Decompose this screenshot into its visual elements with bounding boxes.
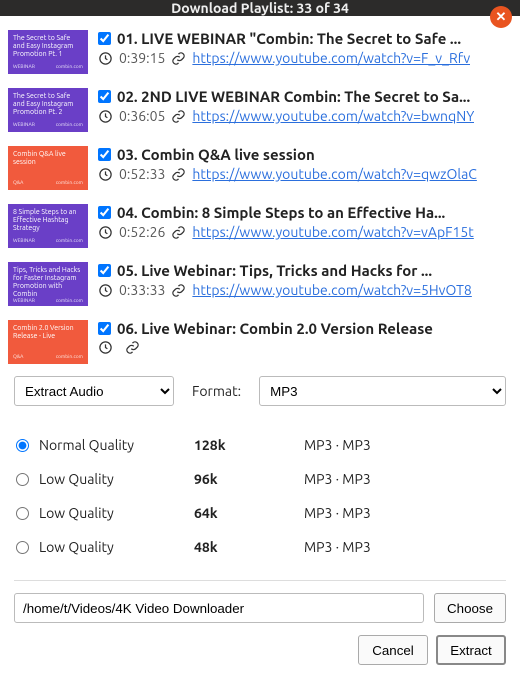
format-label: Format: (192, 383, 241, 399)
thumbnail: Combin Q&A live sessionQ&Acombin.com (8, 146, 88, 190)
format-select[interactable]: MP3 (259, 376, 506, 406)
extract-button[interactable]: Extract (436, 635, 506, 665)
link-icon (171, 109, 186, 124)
clock-icon (98, 51, 113, 66)
item-title: 02. 2ND LIVE WEBINAR Combin: The Secret … (117, 88, 470, 105)
thumb-text: Tips, Tricks and Hacks for Faster Instag… (13, 266, 83, 298)
item-title: 05. Live Webinar: Tips, Tricks and Hacks… (117, 262, 432, 279)
clock-icon (98, 167, 113, 182)
quality-bitrate: 64k (194, 505, 304, 521)
item-url[interactable]: https://www.youtube.com/watch?v=bwnqNY (192, 108, 474, 124)
titlebar: Download Playlist: 33 of 34 ✕ (0, 0, 520, 16)
quality-name: Low Quality (39, 539, 194, 555)
item-url[interactable]: https://www.youtube.com/watch?v=F_v_Rfv (192, 50, 470, 66)
item-checkbox[interactable] (98, 32, 111, 45)
item-title: 04. Combin: 8 Simple Steps to an Effecti… (117, 204, 445, 221)
quality-codec: MP3 · MP3 (304, 505, 371, 521)
quality-codec: MP3 · MP3 (304, 437, 371, 453)
playlist-item: The Secret to Safe and Easy Instagram Pr… (8, 82, 508, 140)
item-checkbox[interactable] (98, 148, 111, 161)
item-url[interactable]: https://www.youtube.com/watch?v=5HvOT8 (192, 282, 471, 298)
quality-radio[interactable] (16, 473, 29, 486)
clock-icon (98, 109, 113, 124)
item-title: 06. Live Webinar: Combin 2.0 Version Rel… (117, 320, 433, 337)
playlist-item: Tips, Tricks and Hacks for Faster Instag… (8, 256, 508, 314)
playlist-item: 8 Simple Steps to an Effective Hashtag S… (8, 198, 508, 256)
item-duration: 0:52:26 (119, 224, 165, 240)
path-input[interactable] (14, 593, 424, 623)
quality-name: Low Quality (39, 505, 194, 521)
thumbnail: 8 Simple Steps to an Effective Hashtag S… (8, 204, 88, 248)
item-url[interactable]: https://www.youtube.com/watch?v=vApF15t (192, 224, 473, 240)
clock-icon (98, 283, 113, 298)
quality-name: Low Quality (39, 471, 194, 487)
link-icon (171, 225, 186, 240)
item-title: 03. Combin Q&A live session (117, 146, 315, 163)
playlist-list: The Secret to Safe and Easy Instagram Pr… (0, 16, 520, 366)
item-checkbox[interactable] (98, 206, 111, 219)
item-duration: 0:33:33 (119, 282, 165, 298)
quality-row[interactable]: Low Quality48kMP3 · MP3 (14, 530, 506, 564)
thumbnail: Tips, Tricks and Hacks for Faster Instag… (8, 262, 88, 306)
thumbnail: Combin 2.0 Version Release - LiveQ&Acomb… (8, 320, 88, 364)
item-duration: 0:36:05 (119, 108, 165, 124)
item-checkbox[interactable] (98, 90, 111, 103)
quality-bitrate: 96k (194, 471, 304, 487)
clock-icon (98, 340, 113, 355)
thumb-text: Combin Q&A live session (13, 150, 83, 166)
thumbnail: The Secret to Safe and Easy Instagram Pr… (8, 30, 88, 74)
quality-radio[interactable] (16, 439, 29, 452)
item-checkbox[interactable] (98, 322, 111, 335)
controls-panel: Extract Audio Format: MP3 (0, 366, 520, 428)
path-row: Choose (0, 589, 520, 629)
quality-row[interactable]: Normal Quality128kMP3 · MP3 (14, 428, 506, 462)
link-icon (171, 167, 186, 182)
thumb-text: 8 Simple Steps to an Effective Hashtag S… (13, 208, 83, 232)
thumb-text: Combin 2.0 Version Release - Live (13, 324, 83, 340)
item-url[interactable]: https://www.youtube.com/watch?v=qwzOlaC (192, 166, 477, 182)
footer-buttons: Cancel Extract (0, 629, 520, 677)
quality-bitrate: 48k (194, 539, 304, 555)
quality-radio[interactable] (16, 541, 29, 554)
quality-codec: MP3 · MP3 (304, 539, 371, 555)
thumbnail: The Secret to Safe and Easy Instagram Pr… (8, 88, 88, 132)
choose-button[interactable]: Choose (434, 593, 506, 623)
cancel-button[interactable]: Cancel (358, 635, 428, 665)
item-title: 01. LIVE WEBINAR "Combin: The Secret to … (117, 30, 461, 47)
quality-radio[interactable] (16, 507, 29, 520)
clock-icon (98, 225, 113, 240)
thumb-text: The Secret to Safe and Easy Instagram Pr… (13, 92, 83, 116)
item-duration: 0:52:33 (119, 166, 165, 182)
playlist-item: The Secret to Safe and Easy Instagram Pr… (8, 24, 508, 82)
playlist-item: Combin 2.0 Version Release - LiveQ&Acomb… (8, 314, 508, 366)
window-title: Download Playlist: 33 of 34 (171, 0, 349, 16)
quality-row[interactable]: Low Quality64kMP3 · MP3 (14, 496, 506, 530)
quality-table: Normal Quality128kMP3 · MP3Low Quality96… (0, 428, 520, 572)
item-checkbox[interactable] (98, 264, 111, 277)
item-duration: 0:39:15 (119, 50, 165, 66)
link-icon (125, 340, 140, 355)
playlist-item: Combin Q&A live sessionQ&Acombin.com 03. … (8, 140, 508, 198)
quality-name: Normal Quality (39, 437, 194, 453)
quality-row[interactable]: Low Quality96kMP3 · MP3 (14, 462, 506, 496)
quality-bitrate: 128k (194, 437, 304, 453)
link-icon (171, 283, 186, 298)
action-select[interactable]: Extract Audio (14, 376, 174, 406)
link-icon (171, 51, 186, 66)
divider (14, 580, 506, 581)
quality-codec: MP3 · MP3 (304, 471, 371, 487)
thumb-text: The Secret to Safe and Easy Instagram Pr… (13, 34, 83, 58)
close-icon[interactable]: ✕ (490, 6, 512, 28)
